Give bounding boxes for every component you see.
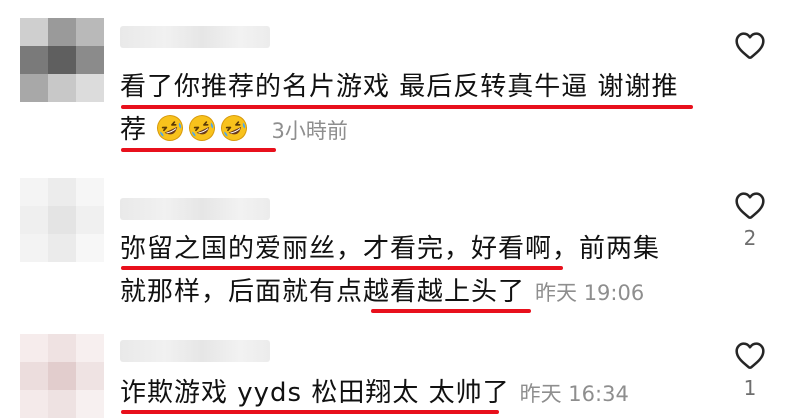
username-blurred[interactable] — [120, 26, 270, 48]
avatar[interactable] — [20, 18, 104, 102]
comment-text-line-2: 荐 — [120, 115, 148, 145]
avatar[interactable] — [20, 178, 104, 262]
rolling-on-floor-laughing-emoji — [220, 114, 248, 142]
highlight-underline — [121, 105, 693, 109]
heart-outline-icon — [728, 340, 772, 370]
comment-timestamp: 昨天 16:34 — [519, 382, 629, 406]
username-blurred[interactable] — [120, 340, 270, 362]
comment-item: 看了你推荐的名片游戏 最后反转真牛逼 谢谢推 荐 3小時前 — [0, 0, 800, 160]
highlight-underline — [371, 309, 531, 313]
rolling-on-floor-laughing-emoji — [188, 114, 216, 142]
like-count: 2 — [743, 226, 757, 250]
highlight-underline — [121, 266, 563, 270]
like-button[interactable]: 1 — [728, 340, 772, 400]
comment-timestamp: 昨天 19:06 — [535, 281, 645, 305]
comment-text-line-2: 就那样，后面就有点越看越上头了 — [120, 277, 526, 307]
like-count: 1 — [743, 376, 757, 400]
rolling-on-floor-laughing-emoji — [156, 114, 184, 142]
like-button[interactable] — [728, 30, 772, 66]
comment-text-line-1: 诈欺游戏 yyds 松田翔太 太帅了 — [120, 378, 510, 408]
heart-outline-icon — [728, 30, 772, 60]
comment-text-line-2-wrapper: 就那样，后面就有点越看越上头了 昨天 19:06 — [120, 275, 644, 310]
emoji-row — [156, 115, 252, 145]
highlight-underline — [121, 410, 499, 414]
comment-list: 看了你推荐的名片游戏 最后反转真牛逼 谢谢推 荐 3小時前 弥留之国的爱丽丝，才… — [0, 0, 800, 420]
comment-text-line-2-wrapper: 荐 3小時前 — [120, 113, 348, 148]
comment-text-line-1: 看了你推荐的名片游戏 最后反转真牛逼 谢谢推 — [120, 72, 679, 102]
highlight-underline — [121, 148, 276, 152]
heart-outline-icon — [728, 190, 772, 220]
comment-item: 诈欺游戏 yyds 松田翔太 太帅了 昨天 16:34 1 — [0, 320, 800, 420]
like-button[interactable]: 2 — [728, 190, 772, 250]
comment-item: 弥留之国的爱丽丝，才看完，好看啊，前两集 就那样，后面就有点越看越上头了 昨天 1… — [0, 160, 800, 320]
username-blurred[interactable] — [120, 198, 270, 220]
avatar[interactable] — [20, 334, 104, 418]
comment-timestamp: 3小時前 — [271, 119, 348, 143]
comment-text-line-1: 弥留之国的爱丽丝，才看完，好看啊，前两集 — [120, 234, 661, 264]
comment-text-line-1-wrapper: 诈欺游戏 yyds 松田翔太 太帅了 昨天 16:34 — [120, 376, 629, 411]
